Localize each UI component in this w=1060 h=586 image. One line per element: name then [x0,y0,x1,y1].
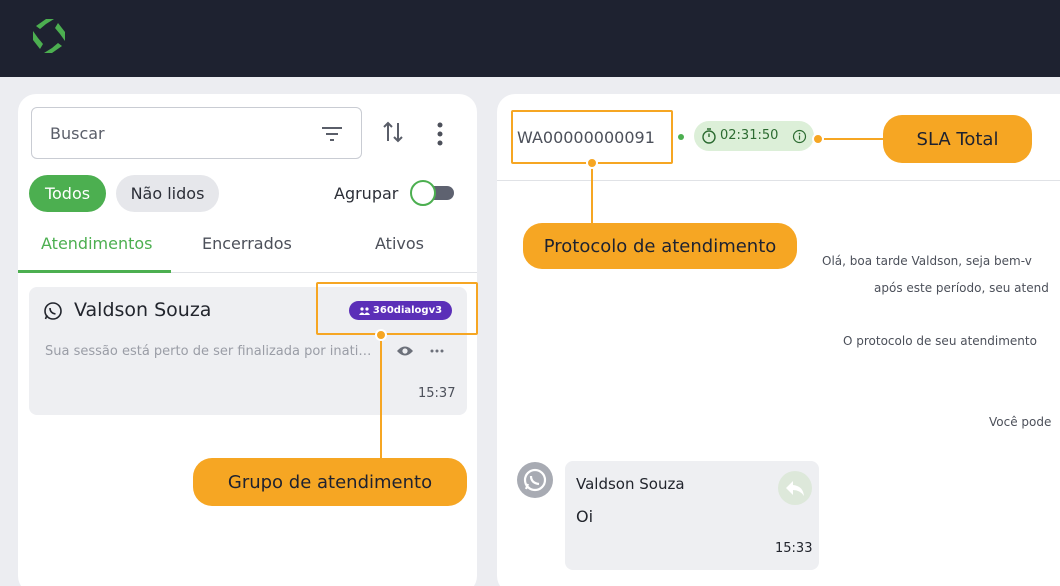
stopwatch-icon [702,128,716,144]
connector-line [591,164,593,224]
group-toggle-label: Agrupar [334,184,399,203]
contact-avatar [517,462,553,498]
search-input[interactable]: Buscar [31,107,362,159]
conversation-list-panel: Buscar Todos Não lidos Agrupar Atendimen… [18,94,477,586]
system-message: após este período, seu atend [874,281,1049,295]
online-status-dot [678,134,684,140]
last-message-preview: Sua sessão está perto de ser finalizada … [45,344,375,359]
reply-icon [786,481,804,496]
sla-time: 02:31:50 [720,128,779,143]
protocol-highlight [511,110,673,164]
message-time: 15:33 [775,541,813,556]
whatsapp-icon [44,302,62,320]
system-message: Você pode [989,415,1052,429]
whatsapp-icon [523,468,547,492]
chat-header-divider [497,180,1060,181]
callout-sla-total: SLA Total [883,115,1032,163]
message-text: Oi [576,507,594,526]
filter-chip-all[interactable]: Todos [29,175,106,212]
incoming-message: Valdson Souza Oi 15:33 [565,461,819,570]
eye-icon[interactable] [396,345,414,357]
reply-button[interactable] [778,471,812,505]
connector-dot [586,157,598,169]
sort-icon[interactable] [382,119,404,145]
message-sender: Valdson Souza [576,475,685,493]
toggle-knob [410,180,436,206]
app-logo-icon[interactable] [28,16,70,56]
tab-atendimentos[interactable]: Atendimentos [41,234,153,253]
connector-dot [375,329,387,341]
top-bar [0,0,1060,77]
group-toggle[interactable] [410,180,456,206]
connector-line [380,335,382,459]
tab-ativos[interactable]: Ativos [375,234,424,253]
info-icon[interactable] [792,129,807,144]
conversation-time: 15:37 [418,386,456,401]
filter-icon[interactable] [321,125,343,143]
system-message: Olá, boa tarde Valdson, seja bem-v [822,254,1032,268]
callout-protocolo: Protocolo de atendimento [523,223,797,269]
search-placeholder: Buscar [50,124,105,143]
badge-highlight [316,282,478,335]
system-message: O protocolo de seu atendimento [843,334,1037,348]
filter-chip-unread[interactable]: Não lidos [116,175,219,212]
contact-name: Valdson Souza [74,299,212,321]
tab-encerrados[interactable]: Encerrados [202,234,292,253]
sla-timer-chip[interactable]: 02:31:50 [694,121,814,151]
callout-grupo-atendimento: Grupo de atendimento [193,458,467,506]
connector-dot [812,133,824,145]
active-tab-indicator [18,270,171,273]
more-horizontal-icon[interactable] [430,349,444,353]
connector-line [820,138,884,140]
more-vertical-icon[interactable] [436,122,444,146]
chat-panel: WA00000000091 02:31:50 Olá, boa tarde Va… [497,94,1060,586]
